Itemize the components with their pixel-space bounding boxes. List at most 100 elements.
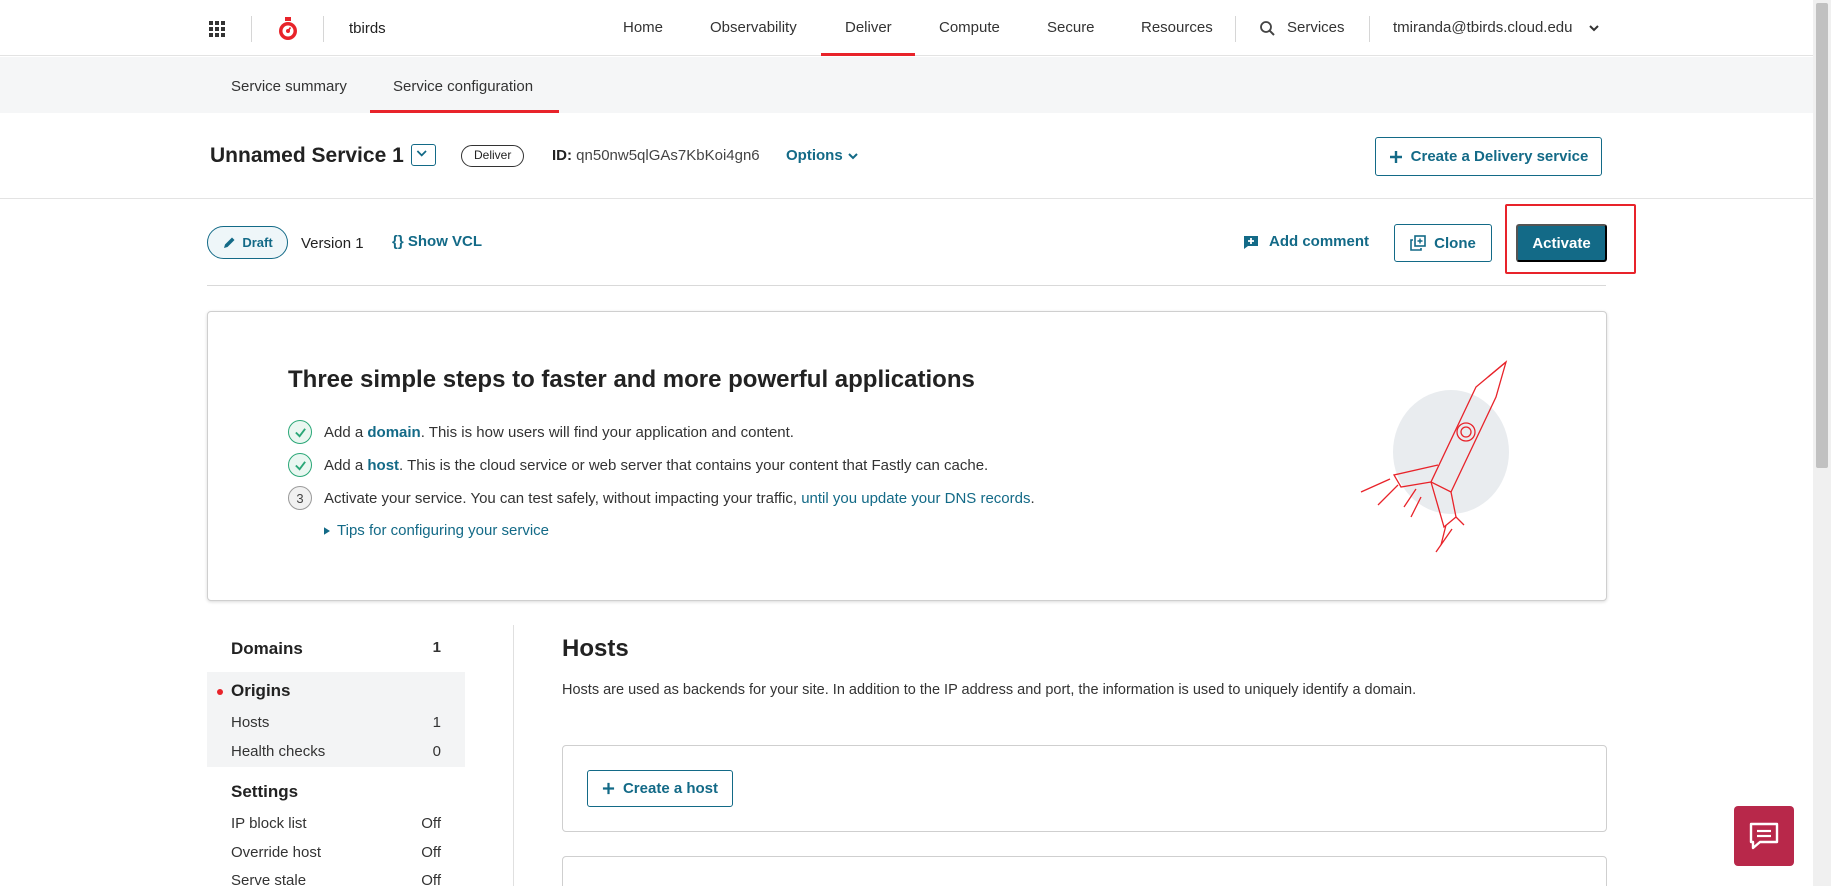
nav-deliver[interactable]: Deliver xyxy=(845,19,892,36)
create-host-label: Create a host xyxy=(622,780,719,797)
service-name: Unnamed Service 1 xyxy=(210,144,404,167)
sidebar-item-domains[interactable]: Domains 1 xyxy=(207,639,465,659)
service-tabs: Service summary Service configuration xyxy=(0,57,1813,113)
sidebar-item-hosts[interactable]: Hosts 1 xyxy=(207,714,465,731)
service-switcher-button[interactable] xyxy=(411,144,436,166)
step-text: . This is the cloud service or web serve… xyxy=(399,456,989,474)
create-delivery-service-label: Create a Delivery service xyxy=(1410,148,1589,165)
pencil-icon xyxy=(224,237,235,248)
version-label: Version 1 xyxy=(301,235,364,252)
scrollbar-thumb[interactable] xyxy=(1816,3,1828,468)
sidebar-item-serve-stale[interactable]: Serve stale Off xyxy=(207,872,465,886)
top-navigation: tbirds Home Observability Deliver Comput… xyxy=(0,0,1813,56)
chevron-down-icon[interactable] xyxy=(1588,22,1600,34)
apps-grid-icon[interactable] xyxy=(209,21,225,37)
show-vcl-label: Show VCL xyxy=(407,233,483,250)
dns-records-link[interactable]: until you update your DNS records xyxy=(801,490,1030,507)
sidebar-item-settings[interactable]: Settings xyxy=(207,782,465,802)
clone-label: Clone xyxy=(1434,234,1476,252)
nav-resources[interactable]: Resources xyxy=(1141,19,1213,36)
sidebar-item-origins[interactable]: Origins xyxy=(207,681,465,701)
chat-icon xyxy=(1749,822,1779,850)
nav-compute[interactable]: Compute xyxy=(939,19,1000,36)
sidebar-item-label: IP block list xyxy=(231,815,307,832)
user-menu[interactable]: tmiranda@tbirds.cloud.edu xyxy=(1393,19,1573,36)
sidebar-item-label: Settings xyxy=(231,782,299,801)
service-id-label: ID: xyxy=(552,147,572,164)
checkmark-icon xyxy=(288,420,312,444)
sidebar-item-override-host[interactable]: Override host Off xyxy=(207,844,465,861)
tips-toggle[interactable]: Tips for configuring your service xyxy=(324,522,549,539)
plus-icon xyxy=(1389,150,1402,163)
highlight-box xyxy=(1505,204,1636,274)
options-menu[interactable]: Options xyxy=(786,147,843,164)
service-type-badge: Deliver xyxy=(461,145,525,167)
divider xyxy=(323,16,324,42)
service-id-value: qn50nw5qlGAs7KbKoi4gn6 xyxy=(576,147,760,164)
step-text: Activate your service. You can test safe… xyxy=(324,489,802,507)
chat-support-button[interactable] xyxy=(1734,806,1794,866)
divider xyxy=(0,198,1813,199)
hosts-panel: Create a host xyxy=(562,745,1607,832)
fastly-logo-icon[interactable] xyxy=(277,17,299,41)
sidebar-item-label: Override host xyxy=(231,844,322,861)
clone-button[interactable]: Clone xyxy=(1394,224,1492,262)
divider xyxy=(251,16,252,42)
clone-icon xyxy=(1410,235,1426,251)
active-tab-indicator xyxy=(370,110,559,113)
onboarding-card: Three simple steps to faster and more po… xyxy=(207,311,1607,601)
sidebar-item-count: 0 xyxy=(432,743,441,760)
create-host-button[interactable]: Create a host xyxy=(587,770,733,807)
create-delivery-service-button[interactable]: Create a Delivery service xyxy=(1375,137,1602,176)
sidebar-item-ip-block-list[interactable]: IP block list Off xyxy=(207,815,465,832)
draft-status-label: Draft xyxy=(242,235,273,250)
add-comment-label: Add comment xyxy=(1269,233,1370,250)
draft-status-pill[interactable]: Draft xyxy=(207,226,288,259)
onboarding-step-1: Add a domain. This is how users will fin… xyxy=(288,420,794,444)
nav-secure[interactable]: Secure xyxy=(1047,19,1095,36)
tips-label: Tips for configuring your service xyxy=(337,522,550,539)
host-link[interactable]: host xyxy=(367,457,399,474)
step-text: Add a xyxy=(324,423,368,441)
onboarding-step-2: Add a host. This is the cloud service or… xyxy=(288,453,988,477)
sidebar-item-label: Domains xyxy=(231,639,303,658)
add-comment-button[interactable]: Add comment xyxy=(1243,233,1369,250)
search-icon[interactable] xyxy=(1259,20,1276,37)
checkmark-icon xyxy=(288,453,312,477)
divider xyxy=(513,625,514,886)
step-text: . This is how users will find your appli… xyxy=(420,423,794,441)
account-name[interactable]: tbirds xyxy=(349,20,386,37)
sidebar-item-value: Off xyxy=(421,815,441,832)
services-link[interactable]: Services xyxy=(1287,19,1345,36)
tab-service-summary[interactable]: Service summary xyxy=(231,78,347,95)
onboarding-title: Three simple steps to faster and more po… xyxy=(288,366,975,393)
active-nav-indicator xyxy=(821,53,915,56)
sidebar-item-label: Health checks xyxy=(231,743,326,760)
tab-service-configuration[interactable]: Service configuration xyxy=(393,78,533,95)
sidebar-item-label: Hosts xyxy=(231,714,270,731)
rocket-illustration xyxy=(1360,360,1509,553)
nav-observability[interactable]: Observability xyxy=(710,19,797,36)
braces-icon: {} xyxy=(392,233,404,250)
sidebar-item-label: Origins xyxy=(231,681,291,700)
plus-icon xyxy=(602,782,615,795)
sidebar-item-health-checks[interactable]: Health checks 0 xyxy=(207,743,465,760)
sidebar-item-value: Off xyxy=(421,872,441,886)
sidebar-item-count: 1 xyxy=(432,714,441,731)
step-text: Add a xyxy=(324,456,368,474)
nav-home[interactable]: Home xyxy=(623,19,663,36)
comment-add-icon xyxy=(1244,235,1258,249)
divider xyxy=(1235,16,1236,42)
show-vcl-link[interactable]: {} Show VCL xyxy=(392,233,482,250)
sidebar-item-label: Serve stale xyxy=(231,872,307,886)
chevron-down-icon xyxy=(416,150,427,157)
chevron-down-icon[interactable] xyxy=(847,150,859,162)
sidebar-item-value: Off xyxy=(421,844,441,861)
domain-link[interactable]: domain xyxy=(367,424,420,441)
service-id: ID: qn50nw5qlGAs7KbKoi4gn6 xyxy=(552,147,760,164)
onboarding-step-3: 3 Activate your service. You can test sa… xyxy=(288,486,1035,510)
divider xyxy=(1369,16,1370,42)
host-list-panel xyxy=(562,856,1607,886)
hosts-heading: Hosts xyxy=(562,635,629,662)
hosts-description: Hosts are used as backends for your site… xyxy=(562,682,1417,698)
